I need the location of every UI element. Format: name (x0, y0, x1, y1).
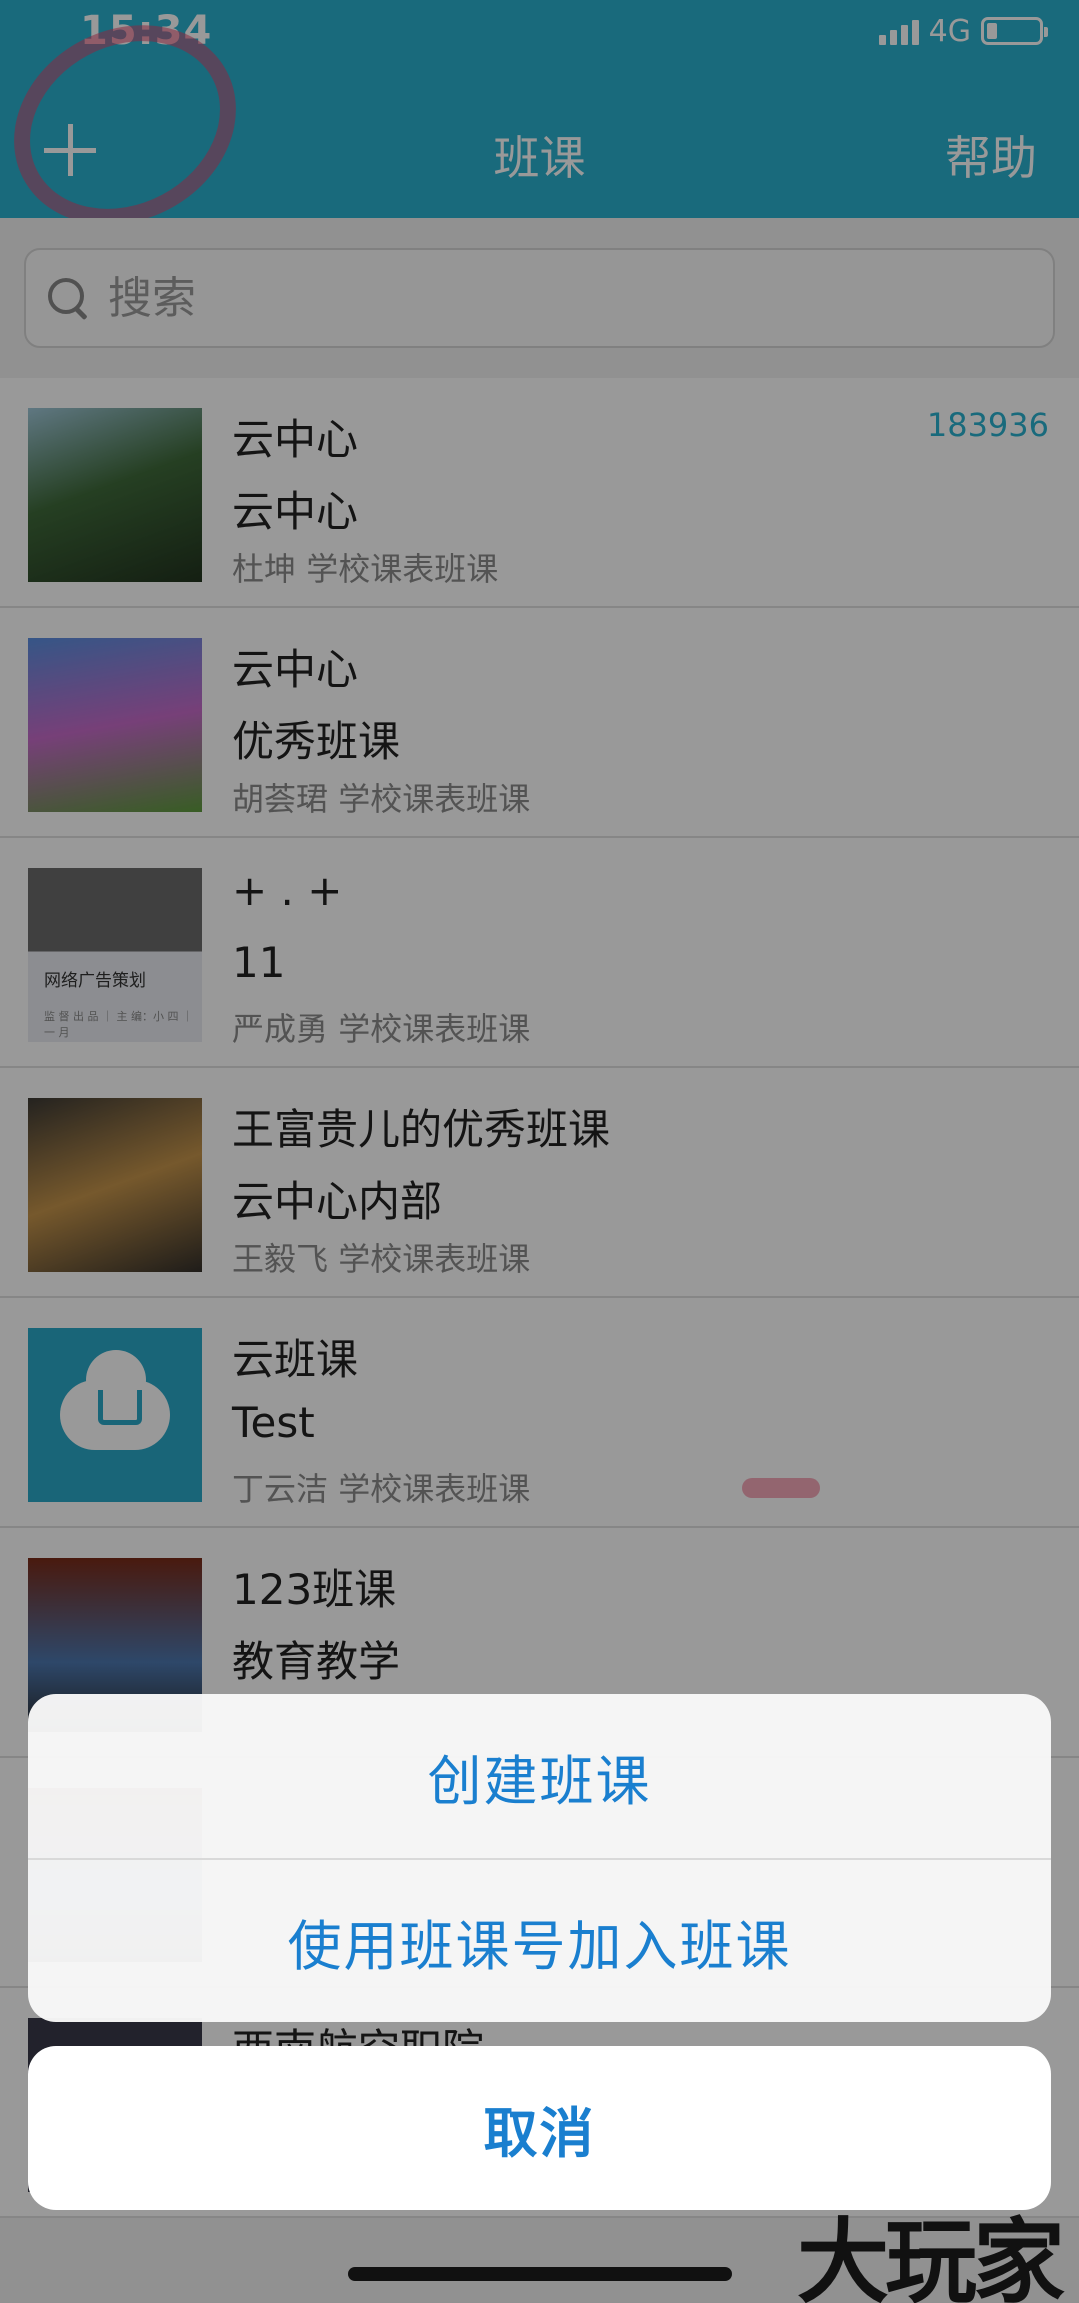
join-course-button[interactable]: 使用班课号加入班课 (28, 1858, 1051, 2022)
home-indicator (348, 2267, 732, 2281)
watermark: 大玩家 (796, 2208, 1065, 2303)
create-course-button[interactable]: 创建班课 (28, 1694, 1051, 1858)
cancel-button[interactable]: 取消 (28, 2046, 1051, 2210)
action-sheet: 创建班课 使用班课号加入班课 (28, 1694, 1051, 2022)
